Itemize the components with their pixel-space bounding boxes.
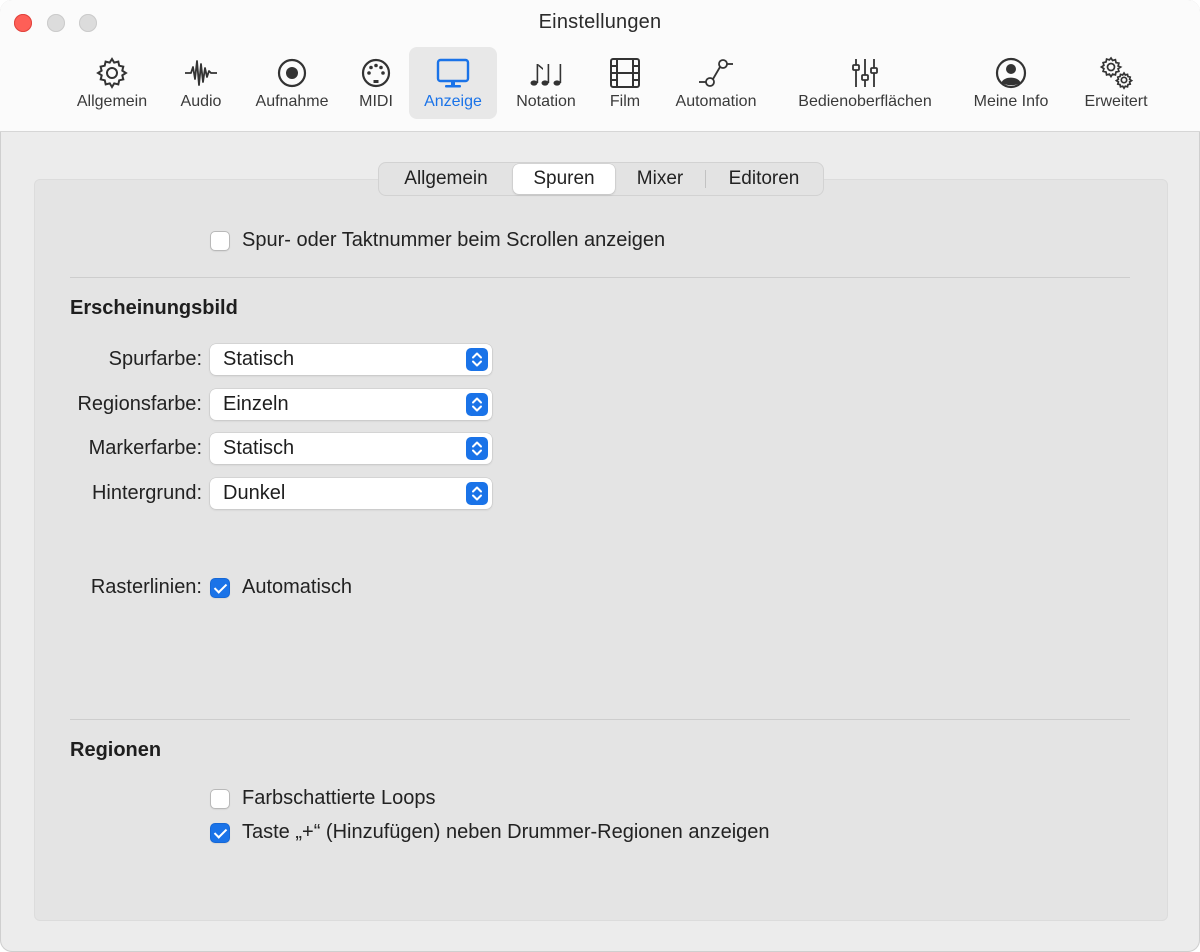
tab-allgemein[interactable]: Allgemein: [379, 164, 513, 194]
popup-stepper-icon: [466, 348, 488, 371]
regionsfarbe-label: Regionsfarbe:: [77, 393, 202, 415]
display-icon: [436, 58, 470, 88]
automation-icon: [699, 59, 733, 87]
toolbar-label: Anzeige: [424, 93, 482, 110]
markerfarbe-popup[interactable]: Statisch: [210, 433, 492, 464]
tab-spuren[interactable]: Spuren: [513, 164, 615, 194]
toolbar-label: Film: [609, 93, 641, 110]
spurfarbe-value: Statisch: [223, 348, 295, 370]
markerfarbe-label: Markerfarbe:: [88, 437, 202, 459]
window-title: Einstellungen: [538, 11, 662, 33]
toolbar-item-film[interactable]: Film: [599, 47, 651, 119]
toolbar-label: Meine Info: [973, 93, 1049, 110]
hintergrund-popup[interactable]: Dunkel: [210, 478, 492, 509]
toolbar-item-midi[interactable]: MIDI: [352, 47, 400, 119]
tab-bar: Allgemein Spuren Mixer Editoren: [378, 162, 824, 196]
tab-editoren[interactable]: Editoren: [706, 164, 822, 194]
drummer-label: Taste „+“ (Hinzufügen) neben Drummer-Reg…: [242, 821, 770, 843]
toolbar-label: Automation: [675, 93, 757, 110]
notes-icon: [530, 64, 562, 86]
loops-label: Farbschattierte Loops: [242, 787, 436, 809]
drummer-checkbox[interactable]: [210, 823, 230, 843]
toolbar-item-erweitert[interactable]: Erweitert: [1073, 47, 1159, 119]
rasterlinien-checkbox[interactable]: [210, 578, 230, 598]
toolbar-item-meine-info[interactable]: Meine Info: [961, 47, 1061, 119]
gears-icon: [1099, 56, 1134, 90]
tab-mixer[interactable]: Mixer: [615, 164, 705, 194]
section-divider: [70, 719, 1130, 720]
regionsfarbe-popup[interactable]: Einzeln: [210, 389, 492, 420]
preferences-window: Einstellungen Allgemein Audio Aufnahme M…: [0, 0, 1200, 952]
waveform-icon: [185, 60, 217, 86]
toolbar-item-aufnahme[interactable]: Aufnahme: [244, 47, 340, 119]
scroll-number-label: Spur- oder Taktnummer beim Scrollen anze…: [242, 229, 666, 251]
popup-stepper-icon: [466, 482, 488, 505]
hintergrund-value: Dunkel: [223, 482, 286, 504]
toolbar-item-anzeige[interactable]: Anzeige: [409, 47, 497, 119]
toolbar-item-automation[interactable]: Automation: [663, 47, 769, 119]
scroll-number-checkbox[interactable]: [210, 231, 230, 251]
midi-icon: [361, 58, 391, 88]
toolbar-item-bedienoberflaechen[interactable]: Bedienoberflächen: [781, 47, 949, 119]
rasterlinien-checkbox-label: Automatisch: [242, 576, 353, 598]
regions-heading: Regionen: [70, 739, 162, 761]
section-divider: [70, 277, 1130, 278]
toolbar-label: MIDI: [359, 93, 393, 110]
person-icon: [995, 57, 1027, 89]
markerfarbe-value: Statisch: [223, 437, 295, 459]
popup-stepper-icon: [466, 393, 488, 416]
toolbar-label: Bedienoberflächen: [798, 93, 932, 110]
titlebar: Einstellungen Allgemein Audio Aufnahme M…: [0, 0, 1200, 132]
sliders-icon: [852, 59, 878, 87]
record-icon: [277, 58, 307, 88]
rasterlinien-label: Rasterlinien:: [90, 576, 202, 598]
toolbar-item-notation[interactable]: Notation: [505, 47, 587, 119]
spurfarbe-label: Spurfarbe:: [108, 348, 202, 370]
regionsfarbe-value: Einzeln: [223, 393, 289, 415]
toolbar-label: Erweitert: [1084, 93, 1148, 110]
film-icon: [610, 58, 640, 88]
toolbar-label: Notation: [516, 93, 576, 110]
toolbar-label: Aufnahme: [255, 93, 329, 110]
popup-stepper-icon: [466, 437, 488, 460]
toolbar-label: Audio: [180, 93, 222, 110]
hintergrund-label: Hintergrund:: [91, 482, 202, 504]
spurfarbe-popup[interactable]: Statisch: [210, 344, 492, 375]
appearance-heading: Erscheinungsbild: [70, 297, 238, 319]
toolbar-item-allgemein[interactable]: Allgemein: [66, 47, 158, 119]
toolbar-label: Allgemein: [76, 93, 148, 110]
gear-icon: [96, 57, 128, 89]
toolbar-item-audio[interactable]: Audio: [170, 47, 232, 119]
loops-checkbox[interactable]: [210, 789, 230, 809]
content-panel: [34, 179, 1168, 921]
